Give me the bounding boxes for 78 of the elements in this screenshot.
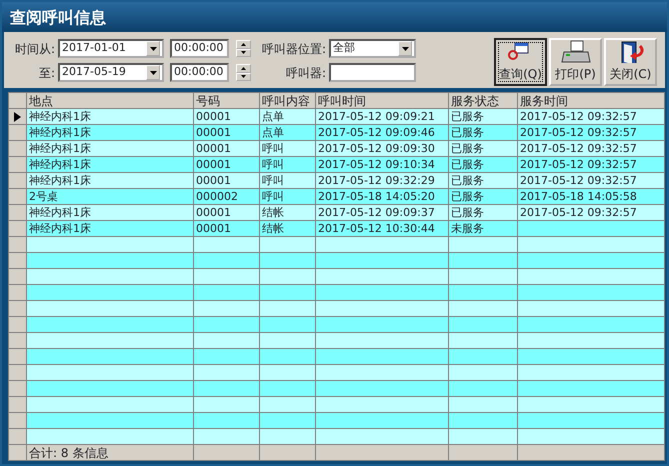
row-selector[interactable]: [8, 108, 26, 124]
table-cell: 未服务: [448, 220, 518, 236]
spin-buttons[interactable]: [236, 40, 251, 57]
column-header: 地点: [26, 92, 194, 108]
query-button[interactable]: 查询(Q): [494, 38, 547, 86]
field-label: 时间从:: [14, 40, 55, 58]
date-dropdown[interactable]: 2017-05-19: [58, 63, 164, 82]
field-label: 至:: [38, 64, 55, 82]
table-cell: 神经内科1床: [26, 172, 194, 188]
table-cell: 神经内科1床: [26, 108, 194, 124]
dropdown-arrow-icon: [150, 46, 156, 50]
column-header: 呼叫时间: [316, 92, 448, 108]
table-cell: 呼叫: [260, 172, 316, 188]
table-cell: 2017-05-18 14:05:58: [518, 188, 664, 204]
total-count: 合计: 8 条信息: [26, 444, 194, 460]
corner-cell: [8, 92, 26, 108]
printer-icon: [560, 40, 590, 63]
table-cell: 2017-05-12 09:32:57: [518, 156, 664, 172]
table-cell: 2017-05-12 09:09:30: [316, 140, 448, 156]
table-cell: 000002: [194, 188, 260, 204]
column-header: 号码: [194, 92, 260, 108]
table-cell: 神经内科1床: [26, 140, 194, 156]
table-cell: 2017-05-12 09:09:37: [316, 204, 448, 220]
table-cell: 2017-05-12 09:09:46: [316, 124, 448, 140]
table-cell: 已服务: [448, 124, 518, 140]
table-cell: 已服务: [448, 140, 518, 156]
field-label: 呼叫器:: [284, 64, 326, 82]
column-header: 呼叫内容: [260, 92, 316, 108]
table-cell: 神经内科1床: [26, 156, 194, 172]
window-title: 查阅呼叫信息: [10, 8, 106, 27]
table-cell: 00001: [194, 204, 260, 220]
close-button[interactable]: 关闭(C): [604, 38, 657, 86]
table-cell: 已服务: [448, 156, 518, 172]
table-cell: 2017-05-12 09:32:29: [316, 172, 448, 188]
table-cell: 呼叫: [260, 156, 316, 172]
table-cell: 神经内科1床: [26, 124, 194, 140]
table-cell: 00001: [194, 108, 260, 124]
print-button[interactable]: 打印(P): [549, 38, 602, 86]
table-cell: 点单: [260, 108, 316, 124]
table-cell: 已服务: [448, 172, 518, 188]
column-header: 服务状态: [448, 92, 518, 108]
table-cell: 00001: [194, 220, 260, 236]
location-dropdown[interactable]: 全部: [329, 39, 416, 58]
table-cell: 呼叫: [260, 140, 316, 156]
table-cell: 2017-05-12 09:32:57: [518, 204, 664, 220]
table-cell: 点单: [260, 124, 316, 140]
table-cell: 已服务: [448, 188, 518, 204]
column-header: 服务时间: [518, 92, 664, 108]
table-cell: 已服务: [448, 204, 518, 220]
table-cell: 00001: [194, 140, 260, 156]
table-cell: 2017-05-12 09:32:57: [518, 124, 664, 140]
table-cell: 00001: [194, 172, 260, 188]
table-cell: 2017-05-18 14:05:20: [316, 188, 448, 204]
footer-corner-cell: [8, 444, 26, 460]
table-cell: 2017-05-12 09:32:57: [518, 108, 664, 124]
table-cell: 已服务: [448, 108, 518, 124]
table-cell: 神经内科1床: [26, 220, 194, 236]
table-cell: 2号桌: [26, 188, 194, 204]
time-field[interactable]: 00:00:00: [170, 39, 229, 58]
table-cell: 结帐: [260, 204, 316, 220]
field-label: 呼叫器位置:: [260, 40, 326, 58]
table-cell: 2017-05-12 10:30:44: [316, 220, 448, 236]
time-field[interactable]: 00:00:00: [170, 63, 229, 82]
dropdown-arrow-icon: [402, 46, 408, 50]
table-cell: 2017-05-12 09:32:57: [518, 140, 664, 156]
table-cell: 2017-05-12 09:10:34: [316, 156, 448, 172]
dropdown-arrow-icon: [150, 70, 156, 74]
table-cell: 呼叫: [260, 188, 316, 204]
spin-buttons[interactable]: [236, 64, 251, 81]
table-cell: 神经内科1床: [26, 204, 194, 220]
table-cell: 结帐: [260, 220, 316, 236]
table-cell: 2017-05-12 09:32:57: [518, 172, 664, 188]
table-cell: 00001: [194, 156, 260, 172]
table-cell: 2017-05-12 09:09:21: [316, 108, 448, 124]
row-pointer-icon: [14, 112, 22, 122]
table-cell: 00001: [194, 124, 260, 140]
caller-field[interactable]: [329, 63, 416, 82]
date-dropdown[interactable]: 2017-01-01: [58, 39, 164, 58]
